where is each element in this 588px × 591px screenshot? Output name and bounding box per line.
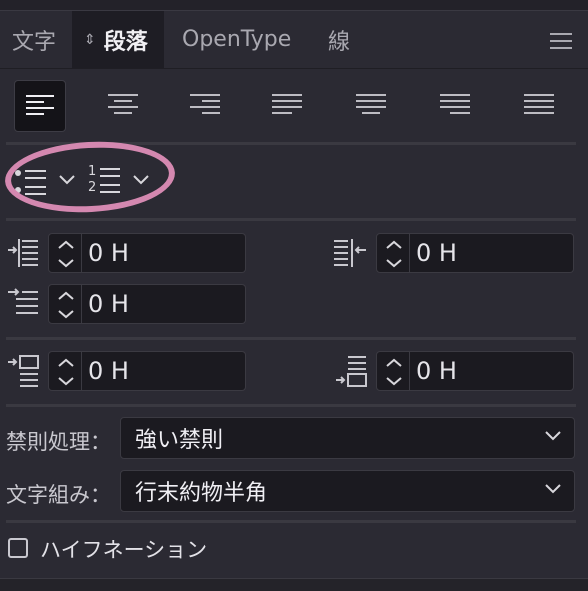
justify-right-button[interactable]: [430, 80, 480, 130]
right-indent-icon: [334, 239, 366, 267]
space-before-icon: [8, 355, 39, 387]
justify-all-icon: [524, 94, 554, 114]
tab-paragraph[interactable]: ⇕ 段落: [72, 11, 164, 68]
divider: [6, 520, 576, 523]
mojikumi-select[interactable]: 行末約物半角: [120, 470, 575, 512]
space-after-stepper[interactable]: [376, 351, 410, 391]
tab-character-label: 文字: [12, 29, 57, 55]
alignment-buttons: [0, 80, 588, 132]
kinsoku-select[interactable]: 強い禁則: [120, 417, 575, 459]
tab-opentype-label: OpenType: [182, 27, 292, 52]
justify-all-button[interactable]: [514, 80, 564, 130]
align-center-icon: [108, 94, 138, 114]
hyphenation-label: ハイフネーション: [40, 538, 208, 562]
right-indent-stepper[interactable]: [376, 233, 410, 273]
tab-stroke[interactable]: 線: [328, 11, 350, 68]
divider: [6, 337, 576, 340]
panel-top-strip: [0, 0, 588, 11]
chevron-down-icon: [545, 431, 561, 441]
divider: [6, 218, 576, 221]
kinsoku-label: 禁則処理：: [6, 430, 111, 454]
align-left-icon: [26, 95, 54, 115]
kinsoku-value: 強い禁則: [135, 428, 224, 453]
mojikumi-label: 文字組み：: [6, 483, 111, 507]
justify-center-button[interactable]: [346, 80, 396, 130]
tab-bar: 文字 ⇕ 段落 OpenType 線: [0, 11, 588, 69]
tab-paragraph-label: 段落: [103, 29, 148, 55]
left-indent-icon: [8, 239, 38, 267]
align-center-button[interactable]: [98, 80, 148, 130]
justify-center-icon: [356, 94, 386, 114]
first-line-indent-stepper[interactable]: [48, 284, 82, 324]
tab-stroke-label: 線: [328, 29, 351, 55]
justify-left-icon: [272, 94, 302, 114]
space-after-input[interactable]: 0 H: [410, 351, 574, 391]
justify-left-button[interactable]: [262, 80, 312, 130]
align-right-button[interactable]: [180, 80, 230, 130]
tab-character[interactable]: 文字: [12, 11, 56, 68]
space-before-stepper[interactable]: [48, 351, 82, 391]
first-line-indent-input[interactable]: 0 H: [82, 284, 246, 324]
panel-menu-icon[interactable]: [550, 33, 572, 49]
tab-opentype[interactable]: OpenType: [182, 11, 291, 68]
tab-options-indicator-icon: ⇕: [84, 31, 96, 48]
justify-right-icon: [440, 94, 470, 114]
panel-bottom-bar: [0, 578, 588, 591]
divider: [6, 404, 576, 407]
align-left-button[interactable]: [14, 80, 66, 132]
align-right-icon: [190, 94, 220, 114]
first-line-indent-icon: [8, 288, 38, 314]
space-after-icon: [336, 356, 367, 387]
hyphenation-checkbox[interactable]: [8, 538, 28, 558]
mojikumi-value: 行末約物半角: [135, 481, 268, 506]
left-indent-stepper[interactable]: [48, 233, 82, 273]
space-before-input[interactable]: 0 H: [82, 351, 246, 391]
chevron-down-icon: [545, 484, 561, 494]
left-indent-input[interactable]: 0 H: [82, 233, 246, 273]
right-indent-input[interactable]: 0 H: [410, 233, 574, 273]
